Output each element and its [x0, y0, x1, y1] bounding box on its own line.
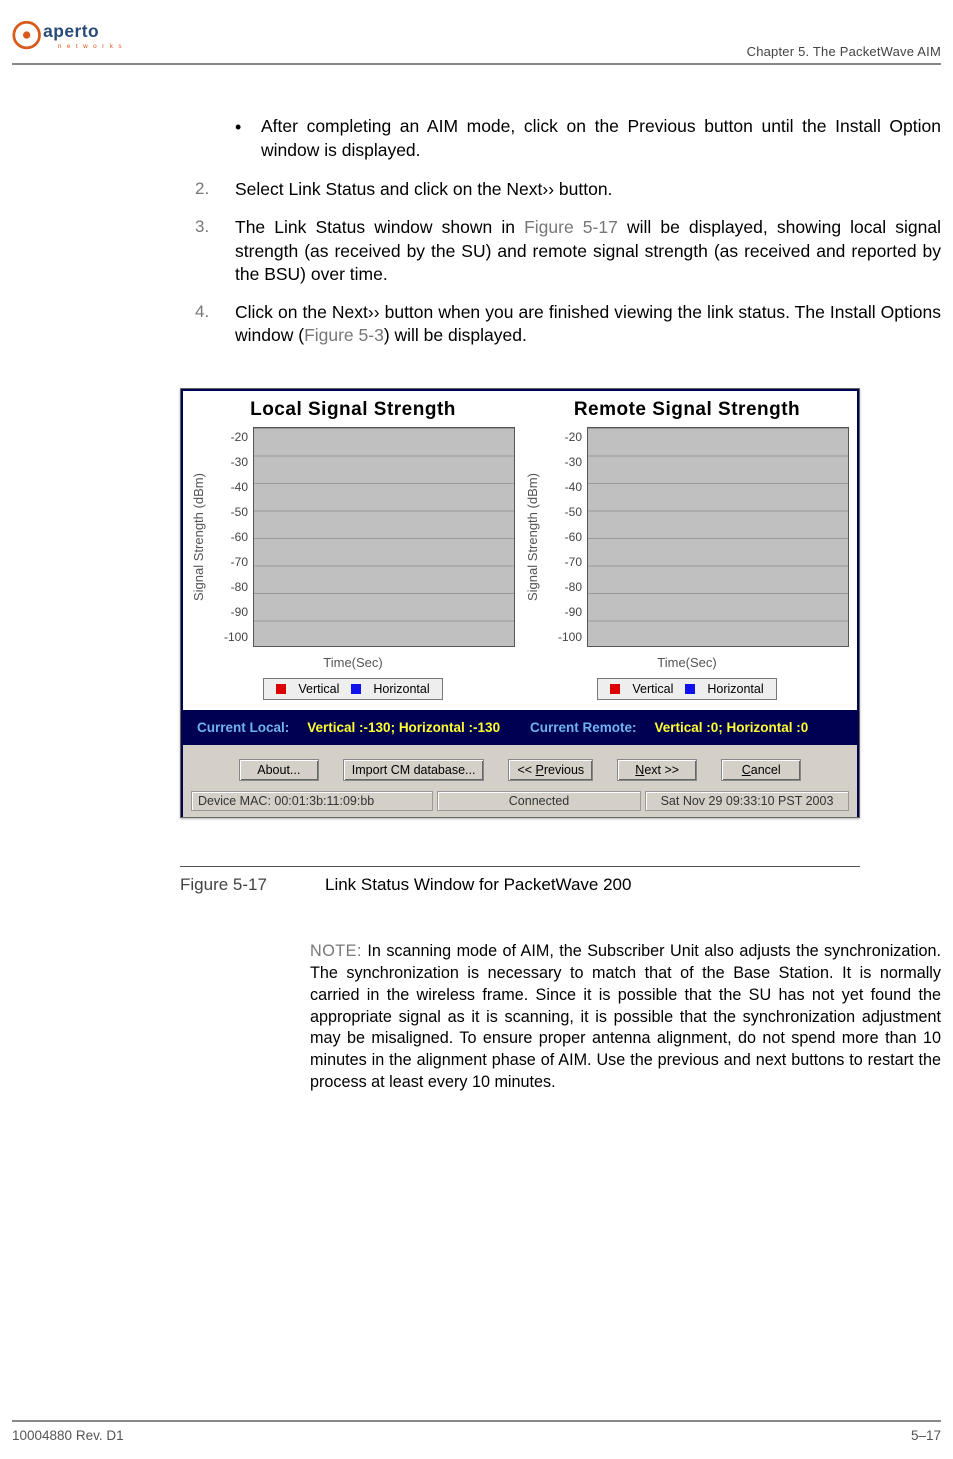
cancel-button[interactable]: Cancel	[721, 759, 801, 781]
note: NOTE: In scanning mode of AIM, the Subsc…	[310, 941, 941, 1094]
logo: aperto n e t w o r k s	[12, 18, 122, 59]
step-text: The Link Status window shown in Figure 5…	[235, 216, 941, 287]
y-axis-label: Signal Strength (dBm)	[525, 427, 543, 647]
import-button[interactable]: Import CM database...	[343, 759, 485, 781]
legend: Vertical Horizontal	[263, 678, 442, 700]
chart-remote: Remote Signal Strength Signal Strength (…	[525, 399, 849, 700]
charts-panel: Local Signal Strength Signal Strength (d…	[183, 391, 857, 710]
chart-title: Remote Signal Strength	[525, 399, 849, 421]
next-button[interactable]: Next >>	[617, 759, 697, 781]
chart-title: Local Signal Strength	[191, 399, 515, 421]
x-axis-label: Time(Sec)	[191, 655, 515, 670]
current-remote-value: Vertical :0; Horizontal :0	[655, 720, 809, 735]
page-content: • After completing an AIM mode, click on…	[10, 65, 943, 1094]
y-axis-label: Signal Strength (dBm)	[191, 427, 209, 647]
figure-rule	[180, 866, 860, 867]
plot-area: -20 -30 -40 -50 -60 -70 -80 -90 -100	[253, 427, 515, 647]
bullet-item: • After completing an AIM mode, click on…	[235, 115, 941, 162]
figure-caption: Figure 5-17 Link Status Window for Packe…	[180, 875, 860, 895]
step-number: 4.	[195, 301, 235, 348]
button-row: About... Import CM database... << Previo…	[191, 755, 849, 791]
legend-label: Horizontal	[373, 682, 429, 696]
legend-swatch-blue-icon	[351, 684, 361, 694]
bullet-text: After completing an AIM mode, click on t…	[261, 115, 941, 162]
connection-status: Connected	[437, 791, 641, 811]
legend-label: Horizontal	[707, 682, 763, 696]
figure-title: Link Status Window for PacketWave 200	[325, 875, 631, 895]
legend-swatch-red-icon	[276, 684, 286, 694]
legend-label: Vertical	[298, 682, 339, 696]
legend-swatch-blue-icon	[685, 684, 695, 694]
legend: Vertical Horizontal	[597, 678, 776, 700]
step-number: 2.	[195, 178, 235, 202]
list-item: 2. Select Link Status and click on the N…	[195, 178, 941, 202]
doc-revision: 10004880 Rev. D1	[12, 1428, 124, 1443]
info-row: Device MAC: 00:01:3b:11:09:bb Connected …	[191, 791, 849, 815]
note-text: In scanning mode of AIM, the Subscriber …	[310, 942, 941, 1091]
step-number: 3.	[195, 216, 235, 287]
legend-label: Vertical	[632, 682, 673, 696]
chart-local: Local Signal Strength Signal Strength (d…	[191, 399, 515, 700]
step-text: Click on the Next›› button when you are …	[235, 301, 941, 348]
list-item: 3. The Link Status window shown in Figur…	[195, 216, 941, 287]
step-text: Select Link Status and click on the Next…	[235, 178, 612, 202]
current-remote-label: Current Remote:	[530, 720, 637, 735]
dialog-footer: About... Import CM database... << Previo…	[183, 745, 857, 817]
current-local-value: Vertical :-130; Horizontal :-130	[307, 720, 500, 735]
plot-area: -20 -30 -40 -50 -60 -70 -80 -90 -100	[587, 427, 849, 647]
about-button[interactable]: About...	[239, 759, 319, 781]
bullet-icon: •	[235, 115, 261, 162]
app-window: Local Signal Strength Signal Strength (d…	[180, 388, 860, 818]
legend-swatch-red-icon	[610, 684, 620, 694]
chapter-label: Chapter 5. The PacketWave AIM	[747, 44, 941, 59]
previous-button[interactable]: << Previous	[508, 759, 593, 781]
timestamp: Sat Nov 29 09:33:10 PST 2003	[645, 791, 849, 811]
y-ticks: -20 -30 -40 -50 -60 -70 -80 -90 -100	[216, 428, 248, 646]
figure-link[interactable]: Figure 5-17	[524, 217, 618, 237]
device-mac: Device MAC: 00:01:3b:11:09:bb	[191, 791, 433, 811]
page-header: aperto n e t w o r k s Chapter 5. The Pa…	[12, 18, 941, 65]
current-local-label: Current Local:	[197, 720, 289, 735]
y-ticks: -20 -30 -40 -50 -60 -70 -80 -90 -100	[550, 428, 582, 646]
page-footer: 10004880 Rev. D1 5–17	[12, 1420, 941, 1443]
logo-text: aperto	[43, 21, 99, 41]
page-number: 5–17	[911, 1428, 941, 1443]
status-bar: Current Local: Vertical :-130; Horizonta…	[183, 710, 857, 745]
svg-text:n e t w o r k s: n e t w o r k s	[58, 43, 122, 50]
figure-screenshot: Local Signal Strength Signal Strength (d…	[180, 388, 860, 895]
list-item: 4. Click on the Next›› button when you a…	[195, 301, 941, 348]
figure-link[interactable]: Figure 5-3	[304, 325, 384, 345]
x-axis-label: Time(Sec)	[525, 655, 849, 670]
figure-number: Figure 5-17	[180, 875, 325, 895]
note-lead: NOTE:	[310, 942, 362, 960]
